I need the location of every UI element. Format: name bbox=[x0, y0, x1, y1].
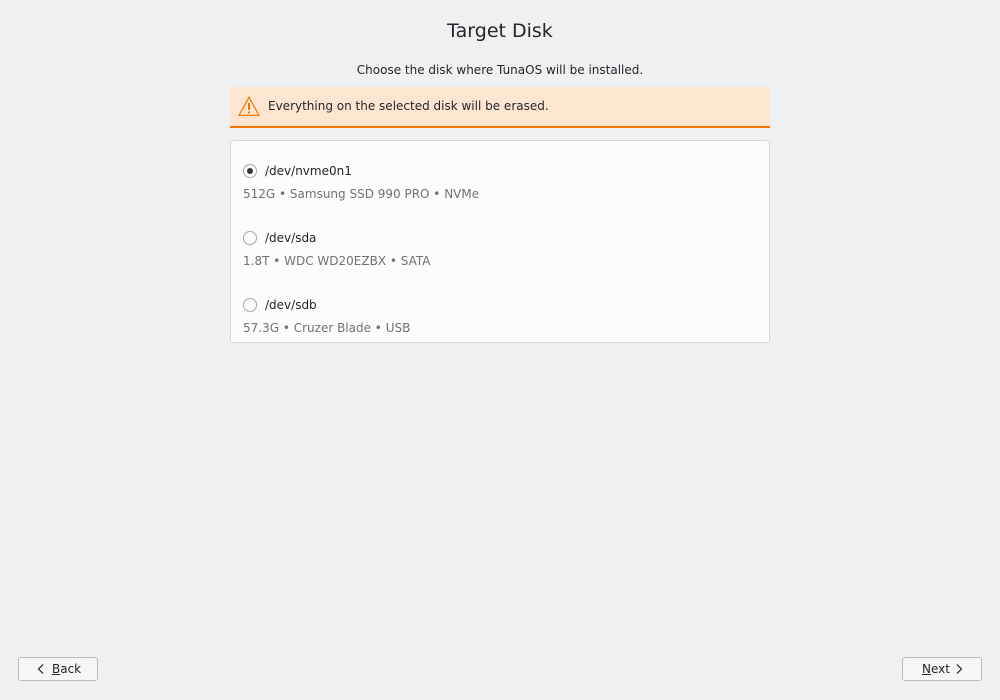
disk-option-sdb[interactable]: /dev/sdb 57.3G • Cruzer Blade • USB bbox=[231, 282, 769, 342]
disk-device: /dev/sda bbox=[265, 231, 317, 245]
disk-device: /dev/nvme0n1 bbox=[265, 164, 352, 178]
back-button-label: Back bbox=[52, 662, 82, 676]
disk-radio[interactable] bbox=[243, 298, 257, 312]
back-button[interactable]: Back bbox=[18, 657, 98, 681]
disk-details: 57.3G • Cruzer Blade • USB bbox=[243, 321, 411, 335]
chevron-left-icon bbox=[37, 664, 44, 674]
warning-icon bbox=[238, 96, 260, 116]
warning-banner: Everything on the selected disk will be … bbox=[230, 87, 770, 128]
disk-details: 512G • Samsung SSD 990 PRO • NVMe bbox=[243, 187, 480, 201]
disk-list: /dev/nvme0n1 512G • Samsung SSD 990 PRO … bbox=[230, 140, 770, 343]
page-subtitle: Choose the disk where TunaOS will be ins… bbox=[356, 63, 644, 77]
next-button-label: Next bbox=[922, 662, 950, 676]
warning-text: Everything on the selected disk will be … bbox=[268, 99, 549, 113]
disk-device: /dev/sdb bbox=[265, 298, 317, 312]
disk-option-nvme0n1[interactable]: /dev/nvme0n1 512G • Samsung SSD 990 PRO … bbox=[231, 148, 769, 208]
chevron-right-icon bbox=[956, 664, 963, 674]
next-button[interactable]: Next bbox=[902, 657, 982, 681]
page-title: Target Disk bbox=[447, 20, 553, 42]
disk-details: 1.8T • WDC WD20EZBX • SATA bbox=[243, 254, 431, 268]
disk-option-sda[interactable]: /dev/sda 1.8T • WDC WD20EZBX • SATA bbox=[231, 215, 769, 275]
disk-radio[interactable] bbox=[243, 164, 257, 178]
disk-radio[interactable] bbox=[243, 231, 257, 245]
